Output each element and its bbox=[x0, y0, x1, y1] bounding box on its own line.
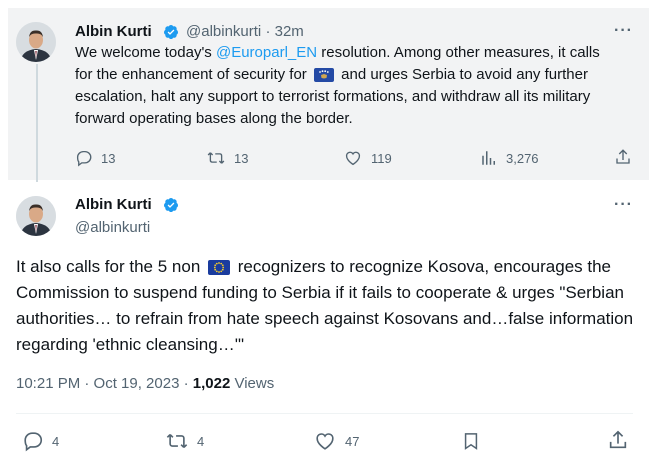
like-count: 47 bbox=[345, 433, 360, 449]
tweet-time[interactable]: 32m bbox=[275, 23, 304, 40]
tweet-text: We welcome today's @Europarl_EN resoluti… bbox=[75, 44, 600, 127]
avatar[interactable] bbox=[16, 22, 56, 62]
more-options-icon[interactable]: ··· bbox=[614, 22, 633, 40]
reply-icon bbox=[76, 150, 92, 167]
share-icon bbox=[616, 149, 630, 164]
share-button[interactable] bbox=[614, 148, 640, 166]
verified-badge-icon bbox=[164, 25, 178, 39]
reply-button[interactable]: 13 bbox=[75, 149, 115, 167]
author-name[interactable]: Albin Kurti bbox=[75, 196, 152, 213]
tweet-meta: 10:21 PM · Oct 19, 2023 · 1,022 Views bbox=[16, 375, 274, 392]
heart-icon bbox=[345, 151, 361, 166]
repost-icon bbox=[207, 152, 225, 164]
tweet-timestamp[interactable]: 10:21 PM · Oct 19, 2023 · bbox=[16, 375, 193, 392]
reply-count: 13 bbox=[101, 150, 116, 166]
repost-button[interactable]: 13 bbox=[206, 149, 248, 167]
eu-flag-icon bbox=[208, 260, 230, 276]
share-button[interactable] bbox=[607, 429, 637, 451]
more-options-icon[interactable]: ··· bbox=[614, 196, 633, 214]
like-count: 119 bbox=[371, 150, 392, 166]
views-number: 1,022 bbox=[192, 375, 231, 392]
repost-count: 4 bbox=[197, 433, 205, 449]
share-icon bbox=[609, 430, 627, 449]
divider bbox=[16, 413, 633, 414]
like-button[interactable]: 119 bbox=[343, 149, 392, 167]
verified-badge-icon bbox=[164, 198, 178, 212]
avatar[interactable] bbox=[16, 196, 56, 236]
kosovo-flag-icon bbox=[313, 68, 334, 83]
reply-count: 4 bbox=[52, 433, 60, 449]
analytics-icon bbox=[482, 151, 495, 165]
separator-dot: · bbox=[265, 23, 271, 40]
author-handle[interactable]: @albinkurti bbox=[186, 23, 261, 40]
repost-count: 13 bbox=[234, 150, 249, 166]
thread-connector-line bbox=[36, 64, 38, 182]
views-label: Views bbox=[230, 375, 275, 392]
views-button[interactable]: 3,276 bbox=[480, 149, 539, 167]
mention-link[interactable]: @Europarl_EN bbox=[216, 44, 317, 61]
views-count: 3,276 bbox=[506, 150, 539, 166]
author-handle[interactable]: @albinkurti bbox=[75, 219, 150, 236]
tweet-text: It also calls for the 5 non recognizers … bbox=[16, 257, 634, 354]
author-name[interactable]: Albin Kurti bbox=[75, 23, 152, 40]
